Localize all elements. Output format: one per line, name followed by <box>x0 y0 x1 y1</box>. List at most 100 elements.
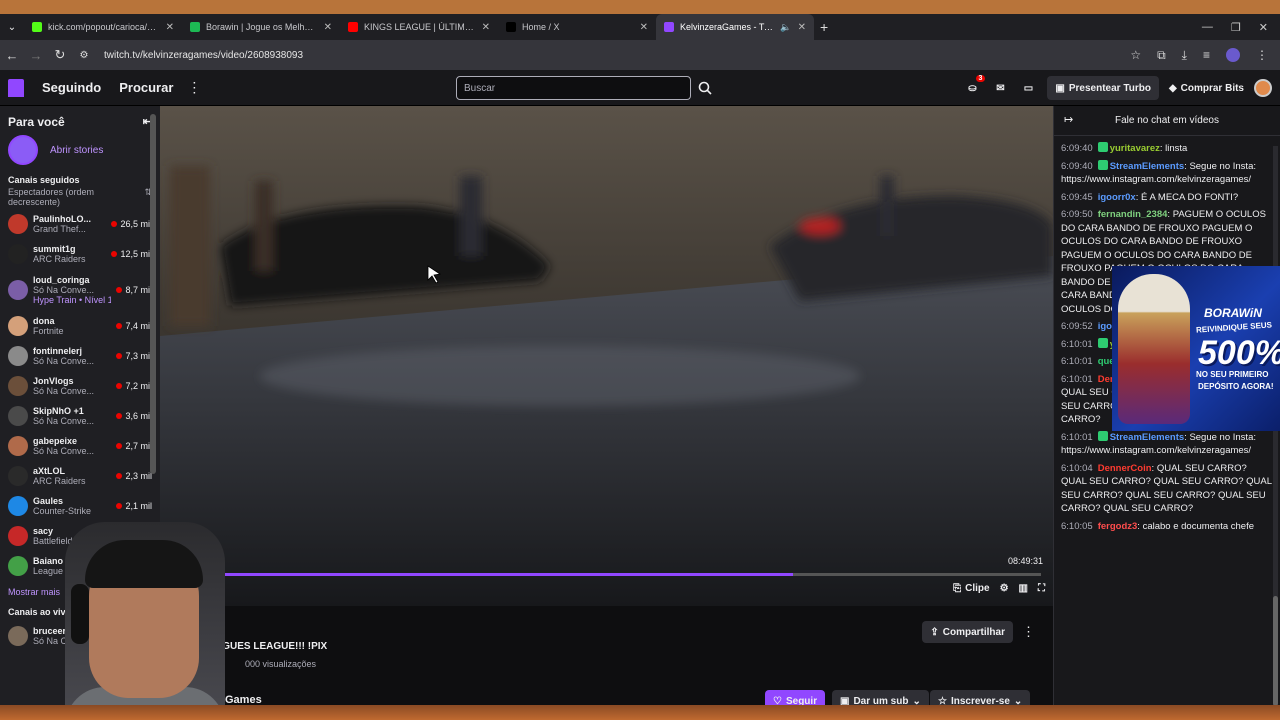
browser-tab[interactable]: KelvinzeraGames - Twitch 🔈 ✕ <box>656 14 814 40</box>
media-icon[interactable]: ≡ <box>1203 48 1210 62</box>
tab-close-icon[interactable]: ✕ <box>324 22 332 33</box>
seek-bar-fill <box>215 573 794 576</box>
channel-category: Só Na Conve... <box>33 416 95 426</box>
chat-username[interactable]: igoorr0x <box>1098 192 1136 203</box>
sidebar-scrollbar[interactable] <box>150 114 156 474</box>
browser-tab[interactable]: Home / X ✕ <box>498 14 656 40</box>
chat-text: É A MECA DO FONTI? <box>1141 191 1239 203</box>
channel-category: Só Na Conve... <box>33 356 95 366</box>
sidebar-channel[interactable]: fontinnelerj Só Na Conve... 7,3 mil <box>0 341 160 371</box>
webcam-hair <box>85 540 203 588</box>
live-dot-icon <box>116 503 123 509</box>
theatre-mode-icon[interactable]: ▥ <box>1019 583 1028 594</box>
minimize-icon[interactable]: — <box>1202 21 1213 34</box>
sidebar-channel[interactable]: aXtLOL ARC Raiders 2,3 mil <box>0 461 160 491</box>
download-icon[interactable]: ⤓ <box>1182 48 1187 63</box>
reload-icon[interactable]: ↻ <box>48 47 72 63</box>
chat-scrollbar-thumb[interactable] <box>1273 596 1278 706</box>
url-field[interactable]: twitch.tv/kelvinzeragames/video/26089380… <box>104 50 303 61</box>
inbox-icon[interactable]: ✉ <box>991 79 1009 97</box>
open-stories-link[interactable]: Abrir stories <box>50 145 103 156</box>
tab-favicon-icon <box>664 22 674 32</box>
extensions-icon[interactable]: ⧉ <box>1157 48 1166 63</box>
subscriber-badge-icon <box>1097 159 1108 170</box>
forward-icon[interactable]: → <box>24 48 48 63</box>
search-button[interactable] <box>694 76 716 100</box>
tab-close-icon[interactable]: ✕ <box>640 22 648 33</box>
sidebar-channel[interactable]: PaulinhoLO... Grand Thef... 26,5 mil <box>0 209 160 239</box>
borawin-ad-overlay[interactable]: BORAWiN REIVINDIQUE SEUS 500% NO SEU PRI… <box>1112 266 1280 431</box>
chat-username[interactable]: StreamElements <box>1110 432 1184 443</box>
settings-icon[interactable]: ⚙ <box>1000 583 1009 594</box>
stories-avatar[interactable] <box>8 135 38 165</box>
user-avatar[interactable] <box>1254 79 1272 97</box>
channel-avatar <box>8 214 28 234</box>
browser-tab[interactable]: Borawin | Jogue os Melhores Sl ✕ <box>182 14 340 40</box>
video-player[interactable]: 5 08:49:31 ⎘Clipe ⚙ ▥ ⛶ <box>160 106 1053 606</box>
nav-following[interactable]: Seguindo <box>42 80 101 95</box>
chat-username[interactable]: DennerCoin <box>1098 463 1152 474</box>
gift-turbo-button[interactable]: ▣ Presentear Turbo <box>1047 76 1159 100</box>
bits-icon: ◆ <box>1168 82 1177 94</box>
tab-favicon-icon <box>190 22 200 32</box>
ad-brand: BORAWiN <box>1204 306 1262 320</box>
chat-username[interactable]: StreamElements <box>1110 161 1184 172</box>
get-bits-button[interactable]: ◆ Comprar Bits <box>1169 83 1244 94</box>
sidebar-channel[interactable]: summit1g ARC Raiders 12,5 mil <box>0 239 160 269</box>
sidebar-channel[interactable]: JonVlogs Só Na Conve... 7,2 mil <box>0 371 160 401</box>
notification-badge: 3 <box>975 75 986 82</box>
browser-tab[interactable]: KINGS LEAGUE | ÚLTIMA R ✕ <box>340 14 498 40</box>
chat-message: 6:09:40 StreamElements: Segue no Insta: h… <box>1061 159 1256 185</box>
chat-username[interactable]: fergodz3 <box>1098 521 1138 532</box>
viewer-count: 26,5 mil <box>111 219 152 229</box>
collapse-chat-icon[interactable]: ↦ <box>1064 113 1073 126</box>
headset-icon <box>71 584 89 644</box>
more-menu-icon[interactable]: ⋮ <box>187 79 201 96</box>
channel-name: gabepeixe <box>33 436 78 446</box>
sidebar-channel[interactable]: SkipNhO +1 Só Na Conve... 3,6 mil <box>0 401 160 431</box>
restore-icon[interactable]: ❐ <box>1231 21 1241 34</box>
channel-name: summit1g <box>33 244 76 254</box>
video-title: NGUES LEAGUE!!! !PIX <box>215 641 328 652</box>
tab-close-icon[interactable]: ✕ <box>166 22 174 33</box>
profile-icon[interactable] <box>1226 48 1240 62</box>
tab-list-icon[interactable]: ⌄ <box>0 22 24 33</box>
browser-menu-icon[interactable]: ⋮ <box>1256 48 1268 62</box>
get-bits-label: Comprar Bits <box>1180 82 1244 94</box>
share-button[interactable]: ⇪ Compartilhar <box>922 621 1013 643</box>
chat-timestamp: 6:10:01 <box>1061 338 1093 350</box>
search-input[interactable]: Buscar <box>456 76 691 100</box>
browser-tab[interactable]: kick.com/popout/carioca/chat ✕ <box>24 14 182 40</box>
site-info-icon[interactable]: ⚙ <box>72 50 96 61</box>
whispers-icon[interactable]: ▭ <box>1019 79 1037 97</box>
viewer-count: 12,5 mil <box>111 249 152 259</box>
sidebar-channel[interactable]: Gaules Counter-Strike 2,1 mil <box>0 491 160 521</box>
twitch-logo-icon[interactable] <box>8 78 24 97</box>
chat-username[interactable]: yuritavarez <box>1110 143 1160 154</box>
new-tab-button[interactable]: + <box>820 19 828 35</box>
tab-favicon-icon <box>32 22 42 32</box>
sidebar-channel[interactable]: dona Fortnite 7,4 mil <box>0 311 160 341</box>
sidebar-channel[interactable]: gabepeixe Só Na Conve... 2,7 mil <box>0 431 160 461</box>
bookmark-star-icon[interactable]: ☆ <box>1130 48 1141 62</box>
tab-title: kick.com/popout/carioca/chat <box>48 22 160 32</box>
close-window-icon[interactable]: ✕ <box>1259 21 1268 34</box>
tab-close-icon[interactable]: ✕ <box>798 22 806 33</box>
fullscreen-icon[interactable]: ⛶ <box>1038 583 1045 594</box>
share-icon: ⇪ <box>930 626 939 638</box>
drops-icon[interactable]: ⛀ 3 <box>963 75 986 97</box>
tab-audio-icon[interactable]: 🔈 <box>780 22 791 33</box>
tab-close-icon[interactable]: ✕ <box>482 22 490 33</box>
channel-avatar <box>8 496 28 516</box>
address-bar-row: ← → ↻ ⚙ twitch.tv/kelvinzeragames/video/… <box>0 40 1280 70</box>
channel-name: SkipNhO +1 <box>33 406 84 416</box>
sidebar-channel[interactable]: loud_coringa Só Na Conve... Hype Train • N… <box>0 269 160 311</box>
back-icon[interactable]: ← <box>0 48 24 63</box>
nav-browse[interactable]: Procurar <box>119 80 173 95</box>
channel-category: Counter-Strike <box>33 506 92 516</box>
video-info: NGUES LEAGUE!!! !PIX 000 visualizações ⇪… <box>160 606 1053 720</box>
chat-username[interactable]: fernandin_2384 <box>1098 209 1168 220</box>
clip-button[interactable]: ⎘ Clipe <box>953 583 989 594</box>
seek-bar[interactable] <box>215 573 1041 576</box>
video-more-icon[interactable]: ⋮ <box>1022 624 1035 640</box>
